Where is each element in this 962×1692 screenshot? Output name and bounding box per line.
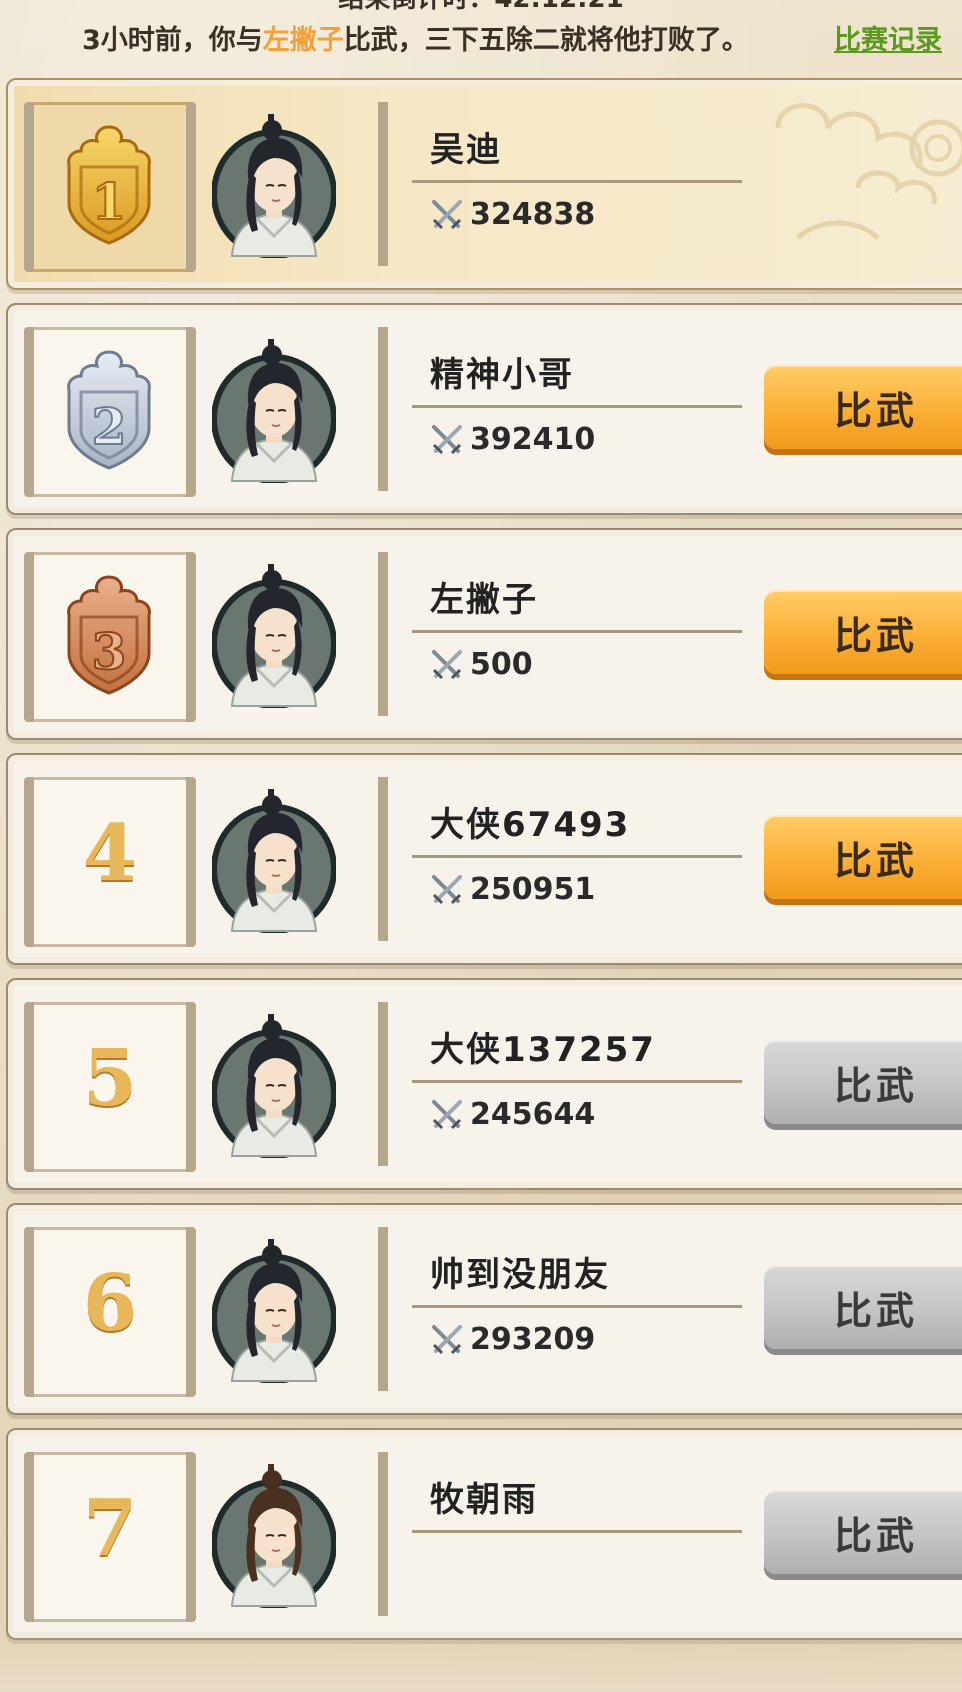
crossed-swords-icon [432, 1099, 462, 1129]
player-avatar[interactable] [211, 1008, 337, 1159]
fight-button[interactable]: 比武 [764, 365, 962, 449]
ranking-row[interactable]: 7 牧朝雨 比武 [6, 1428, 962, 1640]
crossed-swords-icon [432, 199, 462, 229]
info-divider [412, 405, 742, 408]
rank-box: 5 [24, 1002, 196, 1172]
player-info: 吴迪 324838 [378, 102, 962, 266]
player-name: 大侠67493 [430, 805, 631, 845]
svg-text:1: 1 [92, 172, 127, 231]
player-name: 精神小哥 [430, 355, 574, 395]
ranking-row[interactable]: 4 大侠67493 250951 比武 [6, 753, 962, 965]
power-number: 324838 [470, 197, 596, 232]
power-number: 392410 [470, 422, 596, 457]
match-record-link[interactable]: 比赛记录 [834, 18, 942, 57]
svg-text:2: 2 [92, 397, 127, 456]
ranking-row[interactable]: 5 大侠137257 245644 比武 [6, 978, 962, 1190]
fight-button[interactable]: 比武 [764, 1040, 962, 1124]
silver-rank-badge-icon: 2 [59, 348, 159, 472]
player-name: 帅到没朋友 [430, 1255, 610, 1295]
info-divider [412, 855, 742, 858]
rank-number: 7 [82, 1483, 138, 1574]
message-suffix: 比武，三下五除二就将他打败了。 [343, 25, 749, 56]
last-match-message: 3小时前，你与左撇子比武，三下五除二就将他打败了。 [82, 18, 749, 57]
power-number: 250951 [470, 872, 596, 907]
crossed-swords-icon [432, 424, 462, 454]
power-number: 500 [470, 647, 533, 682]
rank-number: 4 [82, 808, 138, 899]
info-divider [412, 1080, 742, 1083]
ranking-row[interactable]: 3 左撇子 500 比武 [6, 528, 962, 740]
rank-box: 4 [24, 777, 196, 947]
crossed-swords-icon [432, 1324, 462, 1354]
crossed-swords-icon [432, 874, 462, 904]
rank-box: 1 [24, 102, 196, 272]
player-name: 牧朝雨 [430, 1480, 538, 1520]
power-value: 500 [430, 647, 533, 682]
ranking-row[interactable]: 6 帅到没朋友 293209 比武 [6, 1203, 962, 1415]
ranking-row[interactable]: 2 精神小哥 392410 比武 [6, 303, 962, 515]
power-value: 245644 [430, 1097, 595, 1132]
power-number: 245644 [470, 1097, 596, 1132]
rank-box: 3 [24, 552, 196, 722]
power-value: 250951 [430, 872, 595, 907]
svg-text:3: 3 [92, 622, 127, 681]
match-info-bar: 结束倒计时：42:12:21 3小时前，你与左撇子比武，三下五除二就将他打败了。… [0, 0, 962, 70]
info-divider [412, 1530, 742, 1533]
rank-box: 2 [24, 327, 196, 497]
player-avatar[interactable] [211, 558, 337, 709]
rank-number: 6 [82, 1258, 138, 1349]
countdown-text: 结束倒计时：42:12:21 [0, 0, 962, 15]
info-divider [412, 180, 742, 183]
message-prefix: 3小时前，你与 [82, 25, 263, 56]
player-avatar[interactable] [211, 108, 337, 259]
rank-box: 6 [24, 1227, 196, 1397]
player-avatar[interactable] [211, 783, 337, 934]
fight-button[interactable]: 比武 [764, 1490, 962, 1574]
info-divider [412, 1305, 742, 1308]
player-name: 吴迪 [430, 130, 502, 170]
rank-box: 7 [24, 1452, 196, 1622]
ranking-row[interactable]: 1 吴迪 324838 [6, 78, 962, 290]
fight-button[interactable]: 比武 [764, 1265, 962, 1349]
player-avatar[interactable] [211, 333, 337, 484]
power-value: 392410 [430, 422, 595, 457]
power-number: 293209 [470, 1322, 596, 1357]
power-value: 324838 [430, 197, 595, 232]
player-name: 左撇子 [430, 580, 538, 620]
player-avatar[interactable] [211, 1233, 337, 1384]
rank-number: 5 [82, 1033, 138, 1124]
bronze-rank-badge-icon: 3 [59, 573, 159, 697]
fight-button[interactable]: 比武 [764, 815, 962, 899]
fight-button[interactable]: 比武 [764, 590, 962, 674]
crossed-swords-icon [432, 649, 462, 679]
player-avatar[interactable] [211, 1458, 337, 1609]
player-name: 大侠137257 [430, 1030, 656, 1070]
power-value: 293209 [430, 1322, 595, 1357]
gold-rank-badge-icon: 1 [59, 123, 159, 247]
opponent-name[interactable]: 左撇子 [263, 25, 344, 56]
info-divider [412, 630, 742, 633]
